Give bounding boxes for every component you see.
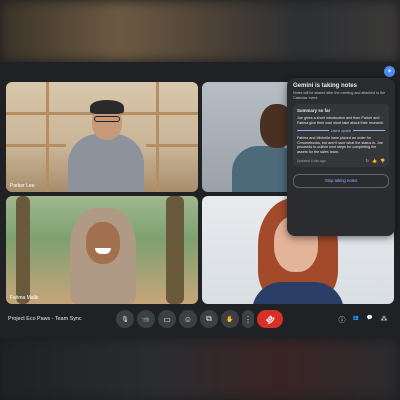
video-tile-fatima[interactable]: Fatima Malik <box>6 196 198 304</box>
present-button[interactable]: ⧉ <box>200 310 218 328</box>
backdrop-bottom <box>0 338 400 400</box>
more-icon: ⋮ <box>244 314 252 324</box>
thumbs-up-icon[interactable]: 👍 <box>372 158 377 163</box>
video-tile-participant-2[interactable] <box>202 82 292 192</box>
shelf <box>6 144 66 147</box>
captions-button[interactable]: ▭ <box>158 310 176 328</box>
end-call-icon: ☎ <box>263 312 277 326</box>
gemini-badge[interactable]: ✦ <box>384 66 395 77</box>
summary-card: Summary so far Joe gives a short introdu… <box>293 104 389 167</box>
emoji-button[interactable]: ☺ <box>179 310 197 328</box>
camera-icon: 📹 <box>142 316 150 323</box>
summary-text: Joe gives a short introduction and then … <box>297 116 385 125</box>
shelf <box>156 82 159 192</box>
meeting-title: Project Eco Paws - Team Sync <box>8 316 82 322</box>
shelf <box>46 82 49 192</box>
panel-subtitle: Notes will be shared after the meeting a… <box>293 91 386 100</box>
gemini-icon: ✦ <box>386 69 393 75</box>
mic-button[interactable]: 🎙 <box>116 310 134 328</box>
captions-icon: ▭ <box>163 314 171 324</box>
participant-head <box>86 222 120 264</box>
participant-body <box>68 134 144 192</box>
latest-update-label: Latest update <box>330 128 352 133</box>
emoji-icon: ☺ <box>183 314 193 324</box>
activities-icon[interactable]: ⁂ <box>380 315 388 325</box>
refresh-icon[interactable]: ↻ <box>366 158 369 163</box>
more-options-button[interactable]: ⋮ <box>242 310 254 328</box>
camera-button[interactable]: 📹 <box>137 310 155 328</box>
participant-name: Fatima Malik <box>10 295 39 301</box>
present-icon: ⧉ <box>206 314 212 323</box>
backdrop-top <box>0 0 400 62</box>
mic-icon: 🎙 <box>121 316 129 323</box>
background-tree <box>16 196 30 304</box>
latest-update-text: Fatima and Michelle have placed an order… <box>297 135 383 155</box>
divider-line <box>297 130 329 132</box>
panel-title: Gemini is taking notes <box>293 83 358 89</box>
divider-line <box>353 130 385 132</box>
people-icon[interactable]: 👥 <box>352 315 360 325</box>
participant-name: Parker Lee <box>10 183 35 189</box>
end-call-button[interactable]: ☎ <box>257 310 283 328</box>
updated-timestamp: Updated 4 min ago <box>297 158 326 163</box>
background-tree <box>166 196 184 304</box>
stop-taking-notes-button[interactable]: Stop taking notes <box>293 173 389 188</box>
summary-heading: Summary so far <box>297 108 331 114</box>
info-icon[interactable]: ⓘ <box>338 315 346 325</box>
shelf <box>146 144 198 147</box>
raise-hand-button[interactable]: ✋ <box>221 310 239 328</box>
side-panel-toggles: ⓘ 👥 💬 ⁂ <box>338 315 388 325</box>
video-tile-parker[interactable]: Parker Lee <box>6 82 198 192</box>
participant-glasses <box>94 116 120 122</box>
chat-icon[interactable]: 💬 <box>366 315 374 325</box>
participant-body <box>232 146 292 192</box>
thumbs-down-icon[interactable]: 👎 <box>380 158 385 163</box>
gemini-notes-panel: Gemini is taking notes Notes will be sha… <box>287 78 395 236</box>
latest-update-divider: Latest update <box>297 129 385 133</box>
raise-hand-icon: ✋ <box>226 316 234 323</box>
call-controls: 🎙 📹 ▭ ☺ ⧉ ✋ ⋮ ☎ <box>116 310 283 328</box>
participant-hair <box>90 100 124 114</box>
updated-row: Updated 4 min ago ↻ 👍 👎 <box>297 158 385 163</box>
